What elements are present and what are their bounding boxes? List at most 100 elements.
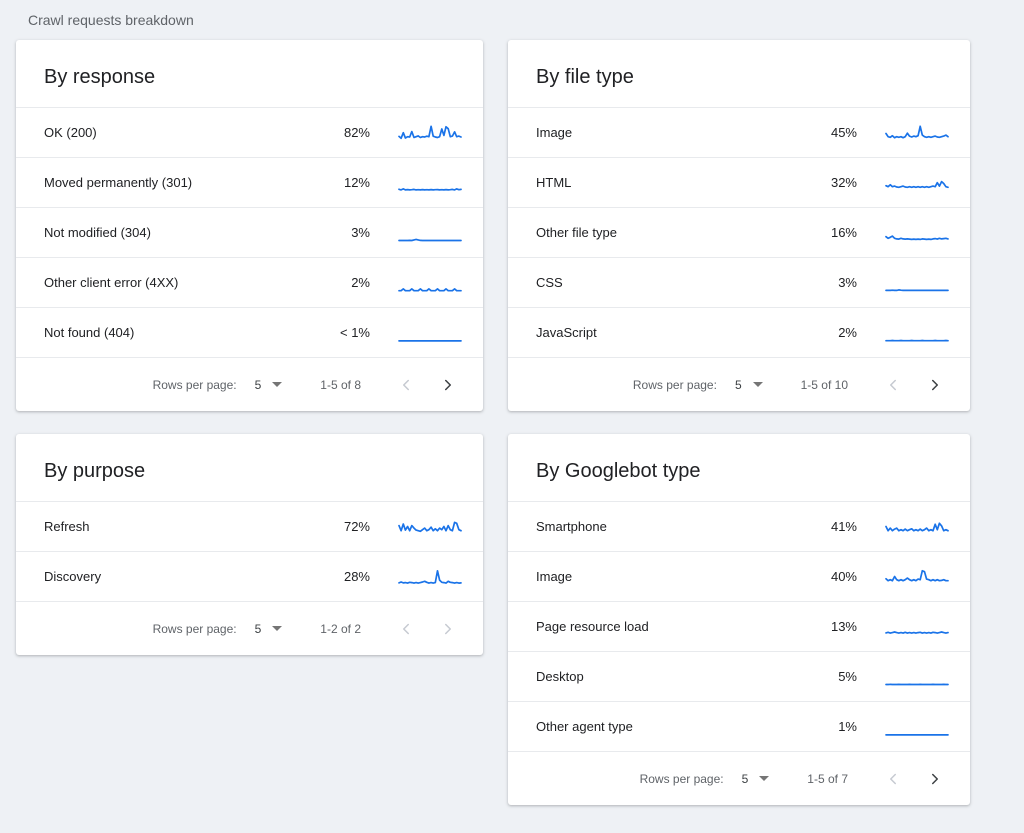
table-row[interactable]: CSS 3% xyxy=(508,257,970,307)
table-row[interactable]: Image 40% xyxy=(508,551,970,601)
sparkline-chart xyxy=(885,521,949,532)
chevron-right-icon xyxy=(932,773,938,784)
card-rows: Smartphone 41% Image 40% Page resource l… xyxy=(508,501,970,751)
sparkline-chart xyxy=(885,234,949,240)
row-label: JavaScript xyxy=(536,325,597,340)
table-row[interactable]: Not found (404) < 1% xyxy=(16,307,483,357)
breakdown-card: By Googlebot type Smartphone 41% Image 4… xyxy=(508,434,970,805)
rows-per-page-label: Rows per page: xyxy=(152,621,237,636)
chevron-left-icon xyxy=(403,379,409,390)
row-label: Moved permanently (301) xyxy=(44,175,193,190)
row-percent: 32% xyxy=(830,175,857,190)
prev-page-button[interactable] xyxy=(395,374,417,396)
prev-page-button[interactable] xyxy=(882,374,904,396)
row-label: Other agent type xyxy=(536,719,633,734)
next-page-button[interactable] xyxy=(437,374,459,396)
table-row[interactable]: Discovery 28% xyxy=(16,551,483,601)
dropdown-caret-icon xyxy=(272,626,283,631)
sparkline-chart xyxy=(398,569,462,584)
rows-per-page-select[interactable]: 5 xyxy=(742,772,770,786)
row-percent: 2% xyxy=(351,275,370,290)
row-percent: 2% xyxy=(838,325,857,340)
rows-per-page-value: 5 xyxy=(734,377,742,392)
row-label: Not modified (304) xyxy=(44,225,151,240)
row-percent: 13% xyxy=(830,619,857,634)
row-label: Image xyxy=(536,125,573,140)
pagination-bar: Rows per page: 5 1-5 of 7 xyxy=(508,751,970,805)
sparkline-chart xyxy=(885,124,949,139)
row-label: Discovery xyxy=(44,569,102,584)
prev-page-button[interactable] xyxy=(395,618,417,640)
card-title: By Googlebot type xyxy=(536,460,701,482)
next-page-button[interactable] xyxy=(924,374,946,396)
card-title: By response xyxy=(44,66,156,88)
sparkline-chart xyxy=(398,238,462,241)
row-label: Desktop xyxy=(536,669,584,684)
sparkline-chart xyxy=(885,288,949,291)
rows-per-page-value: 5 xyxy=(741,771,749,786)
pagination-bar: Rows per page: 5 1-2 of 2 xyxy=(16,601,483,655)
rows-per-page-label: Rows per page: xyxy=(639,771,724,786)
breakdown-card: By response OK (200) 82% Moved permanent… xyxy=(16,40,483,411)
row-percent: 41% xyxy=(830,519,857,534)
pagination-bar: Rows per page: 5 1-5 of 10 xyxy=(508,357,970,411)
card-rows: Refresh 72% Discovery 28% xyxy=(16,501,483,601)
cards-grid: By response OK (200) 82% Moved permanent… xyxy=(0,28,1024,805)
table-row[interactable]: Image 45% xyxy=(508,107,970,157)
table-row[interactable]: Other agent type 1% xyxy=(508,701,970,751)
sparkline-chart xyxy=(885,683,949,685)
card-rows: OK (200) 82% Moved permanently (301) 12%… xyxy=(16,107,483,357)
card-title: By purpose xyxy=(44,460,146,482)
chevron-left-icon xyxy=(890,379,896,390)
card-title: By file type xyxy=(536,66,634,88)
rows-per-page-select[interactable]: 5 xyxy=(735,378,763,392)
dropdown-caret-icon xyxy=(759,776,770,781)
breakdown-card: By file type Image 45% HTML 32% Other fi… xyxy=(508,40,970,411)
row-percent: 5% xyxy=(838,669,857,684)
row-label: Image xyxy=(536,569,573,584)
chevron-right-icon xyxy=(445,379,451,390)
sparkline-chart xyxy=(398,339,462,342)
chevron-right-icon xyxy=(932,379,938,390)
sparkline-chart xyxy=(398,521,462,532)
row-percent: 72% xyxy=(343,519,370,534)
table-row[interactable]: Desktop 5% xyxy=(508,651,970,701)
table-row[interactable]: JavaScript 2% xyxy=(508,307,970,357)
row-label: Page resource load xyxy=(536,619,649,634)
table-row[interactable]: Smartphone 41% xyxy=(508,501,970,551)
sparkline-chart xyxy=(885,630,949,634)
row-percent: 12% xyxy=(343,175,370,190)
pagination-bar: Rows per page: 5 1-5 of 8 xyxy=(16,357,483,411)
next-page-button[interactable] xyxy=(924,768,946,790)
row-percent: 3% xyxy=(838,275,857,290)
rows-per-page-select[interactable]: 5 xyxy=(255,378,283,392)
row-percent: < 1% xyxy=(340,325,370,340)
sparkline-chart xyxy=(398,287,462,292)
sparkline-chart xyxy=(885,733,949,736)
row-label: OK (200) xyxy=(44,125,97,140)
sparkline-chart xyxy=(885,569,949,582)
row-percent: 28% xyxy=(343,569,370,584)
table-row[interactable]: Refresh 72% xyxy=(16,501,483,551)
table-row[interactable]: Moved permanently (301) 12% xyxy=(16,157,483,207)
table-row[interactable]: Not modified (304) 3% xyxy=(16,207,483,257)
table-row[interactable]: OK (200) 82% xyxy=(16,107,483,157)
sparkline-chart xyxy=(398,187,462,191)
table-row[interactable]: Other client error (4XX) 2% xyxy=(16,257,483,307)
rows-per-page-select[interactable]: 5 xyxy=(255,622,283,636)
table-row[interactable]: Other file type 16% xyxy=(508,207,970,257)
table-row[interactable]: HTML 32% xyxy=(508,157,970,207)
chevron-left-icon xyxy=(890,773,896,784)
row-label: Refresh xyxy=(44,519,90,534)
row-percent: 1% xyxy=(838,719,857,734)
table-row[interactable]: Page resource load 13% xyxy=(508,601,970,651)
pagination-range: 1-5 of 10 xyxy=(800,377,848,392)
sparkline-chart xyxy=(885,339,949,342)
next-page-button[interactable] xyxy=(437,618,459,640)
prev-page-button[interactable] xyxy=(882,768,904,790)
rows-per-page-label: Rows per page: xyxy=(632,377,717,392)
chevron-right-icon xyxy=(445,623,451,634)
row-label: Smartphone xyxy=(536,519,607,534)
pagination-range: 1-5 of 8 xyxy=(320,377,361,392)
row-label: Not found (404) xyxy=(44,325,135,340)
